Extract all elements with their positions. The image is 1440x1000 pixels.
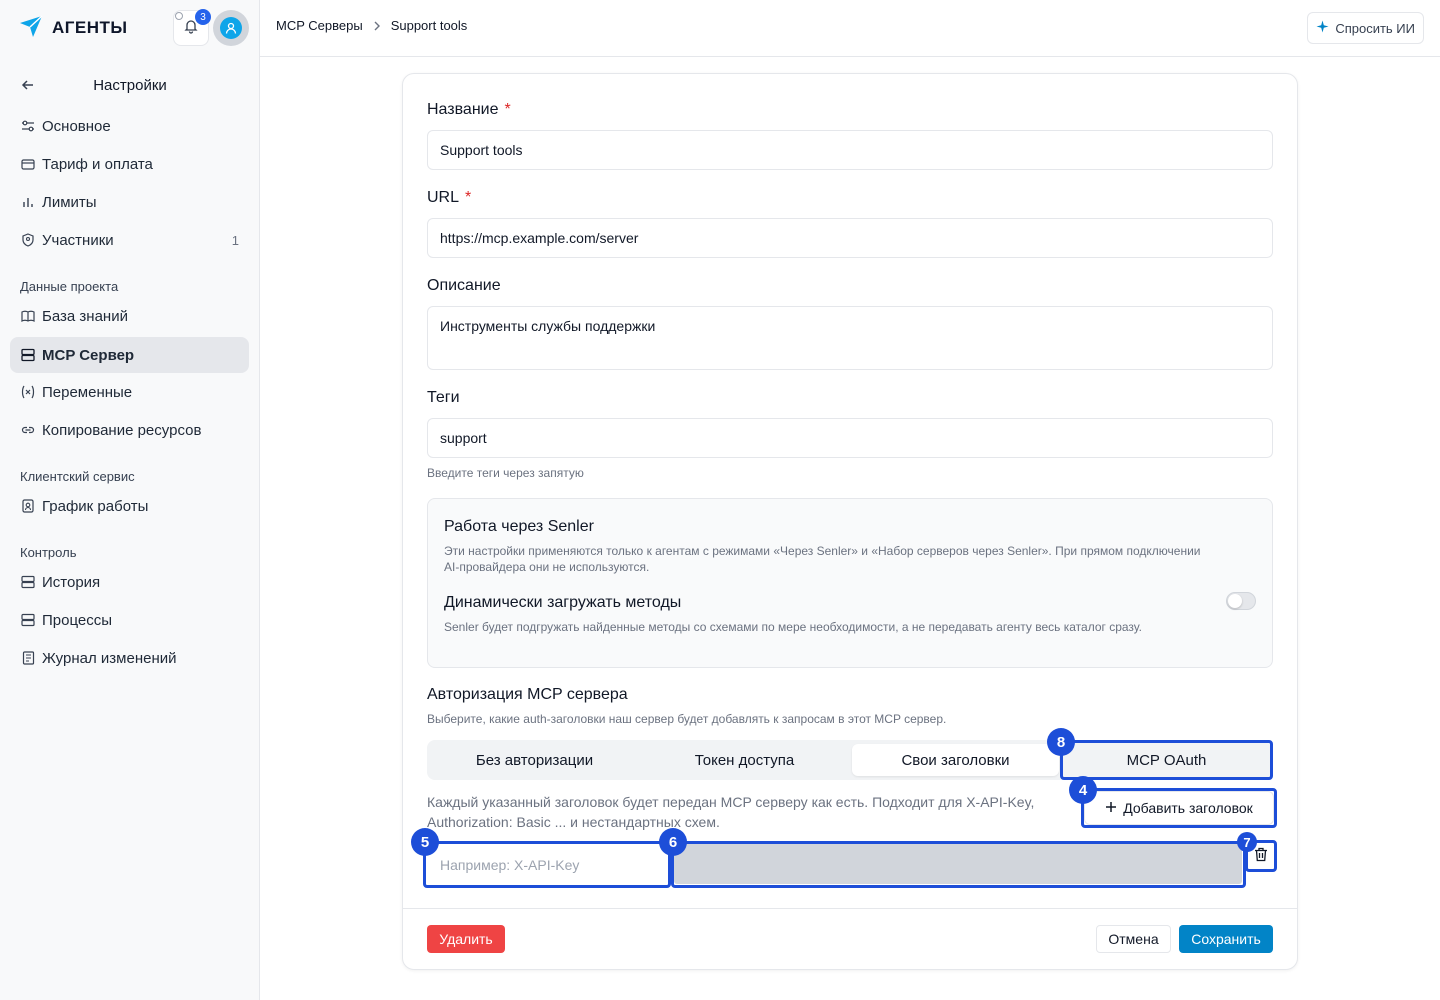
- dynamic-methods-description: Senler будет подгружать найденные методы…: [444, 620, 1142, 634]
- contact-icon: [20, 498, 36, 514]
- settings-header: Настройки: [10, 66, 250, 104]
- user-avatar-button[interactable]: [213, 10, 249, 46]
- highlight-box-4: [1081, 788, 1277, 828]
- ask-ai-label: Спросить ИИ: [1335, 20, 1415, 36]
- auth-section-title: Авторизация MCP сервера: [427, 686, 628, 703]
- toggle-knob: [1228, 594, 1242, 608]
- marker-badge-4: 4: [1069, 776, 1097, 804]
- sidebar-item-label: График работы: [42, 497, 149, 515]
- section-label-project-data: Данные проекта: [20, 279, 119, 294]
- sidebar-item-label: Тариф и оплата: [42, 155, 153, 173]
- sidebar-item-history[interactable]: История: [10, 564, 249, 600]
- server-icon: [20, 347, 36, 363]
- cancel-button[interactable]: Отмена: [1096, 925, 1171, 953]
- tab-custom-headers[interactable]: Свои заголовки: [852, 744, 1059, 776]
- breadcrumb-current: Support tools: [390, 18, 468, 33]
- highlight-box-8: [1060, 740, 1273, 780]
- logo[interactable]: АГЕНТЫ: [18, 14, 128, 42]
- chevron-right-icon: [371, 20, 383, 32]
- sidebar-item-label: Журнал изменений: [42, 649, 177, 667]
- sidebar-item-label: База знаний: [42, 307, 128, 325]
- custom-headers-description: Каждый указанный заголовок будет передан…: [427, 794, 1035, 830]
- sliders-icon: [20, 118, 36, 134]
- description-textarea[interactable]: Инструменты службы поддержки: [427, 306, 1273, 370]
- sidebar-item-label: MCP Сервер: [42, 346, 135, 364]
- senler-title: Работа через Senler: [444, 518, 594, 535]
- marker-badge-8: 8: [1047, 728, 1075, 756]
- loading-indicator: [175, 12, 183, 20]
- link-icon: [20, 422, 36, 438]
- tags-field-label: Теги: [427, 389, 460, 406]
- marker-badge-7: 7: [1237, 832, 1257, 852]
- section-label-control: Контроль: [20, 545, 77, 560]
- required-marker: *: [504, 101, 511, 118]
- sidebar-item-copy-resources[interactable]: Копирование ресурсов: [10, 412, 249, 448]
- sidebar-item-billing[interactable]: Тариф и оплата: [10, 146, 249, 182]
- name-field-label: Название *: [427, 101, 511, 118]
- sidebar-item-label: Процессы: [42, 611, 113, 629]
- breadcrumb: MCP Серверы Support tools: [276, 18, 467, 33]
- sidebar-item-knowledge-base[interactable]: База знаний: [10, 298, 249, 334]
- log-icon: [20, 650, 36, 666]
- highlight-box-6: [671, 841, 1246, 888]
- dynamic-methods-toggle[interactable]: [1226, 592, 1256, 610]
- senler-description: Эти настройки применяются только к агент…: [444, 544, 1201, 574]
- tags-input[interactable]: support: [427, 418, 1273, 458]
- sidebar-item-members[interactable]: Участники 1: [10, 222, 249, 258]
- delete-button[interactable]: Удалить: [427, 925, 505, 953]
- book-icon: [20, 308, 36, 324]
- marker-badge-6: 6: [659, 828, 687, 856]
- tab-access-token[interactable]: Токен доступа: [641, 744, 848, 776]
- back-arrow-icon[interactable]: [20, 77, 36, 93]
- logo-icon: [18, 13, 44, 44]
- sidebar-item-limits[interactable]: Лимиты: [10, 184, 249, 220]
- top-bar: MCP Серверы Support tools Спросить ИИ: [260, 0, 1440, 57]
- tab-no-auth[interactable]: Без авторизации: [431, 744, 638, 776]
- bar-chart-icon: [20, 194, 36, 210]
- url-field-label: URL *: [427, 189, 472, 206]
- sidebar-item-label: Основное: [42, 117, 111, 135]
- section-label-client-service: Клиентский сервис: [20, 469, 135, 484]
- sidebar-item-label: История: [42, 573, 101, 591]
- user-icon: [225, 22, 237, 34]
- notification-count-badge: 3: [195, 9, 211, 25]
- shield-user-icon: [20, 232, 36, 248]
- card-footer-divider: [403, 908, 1297, 909]
- name-input[interactable]: Support tools: [427, 130, 1273, 170]
- breadcrumb-parent-link[interactable]: MCP Серверы: [276, 18, 363, 33]
- sidebar: АГЕНТЫ 3 Настройки Основное Тариф и опла…: [0, 0, 260, 1000]
- sidebar-item-label: Переменные: [42, 383, 133, 401]
- variable-icon: [20, 384, 36, 400]
- sidebar-item-label: Копирование ресурсов: [42, 421, 202, 439]
- avatar: [220, 17, 242, 39]
- sidebar-item-mcp-server[interactable]: MCP Сервер: [10, 337, 249, 373]
- highlight-box-5: [423, 841, 671, 888]
- tags-hint: Введите теги через запятую: [427, 466, 584, 480]
- save-button[interactable]: Сохранить: [1179, 925, 1273, 953]
- credit-card-icon: [20, 156, 36, 172]
- sidebar-item-processes[interactable]: Процессы: [10, 602, 249, 638]
- sidebar-item-changelog[interactable]: Журнал изменений: [10, 640, 249, 676]
- members-count: 1: [231, 232, 239, 248]
- sidebar-item-variables[interactable]: Переменные: [10, 374, 249, 410]
- sparkle-icon: [1316, 20, 1329, 36]
- required-marker: *: [465, 189, 472, 206]
- sidebar-item-schedule[interactable]: График работы: [10, 488, 249, 524]
- description-field-label: Описание: [427, 277, 501, 294]
- sidebar-item-label: Участники: [42, 231, 114, 249]
- dynamic-methods-title: Динамически загружать методы: [444, 594, 682, 611]
- marker-badge-5: 5: [411, 828, 439, 856]
- url-input[interactable]: https://mcp.example.com/server: [427, 218, 1273, 258]
- ask-ai-button[interactable]: Спросить ИИ: [1307, 12, 1424, 44]
- settings-title: Настройки: [93, 76, 167, 94]
- sidebar-item-general[interactable]: Основное: [10, 108, 249, 144]
- sidebar-item-label: Лимиты: [42, 193, 97, 211]
- auth-section-description: Выберите, какие auth-заголовки наш серве…: [427, 712, 947, 726]
- logo-text: АГЕНТЫ: [52, 18, 128, 37]
- server-icon: [20, 574, 36, 590]
- server-icon: [20, 612, 36, 628]
